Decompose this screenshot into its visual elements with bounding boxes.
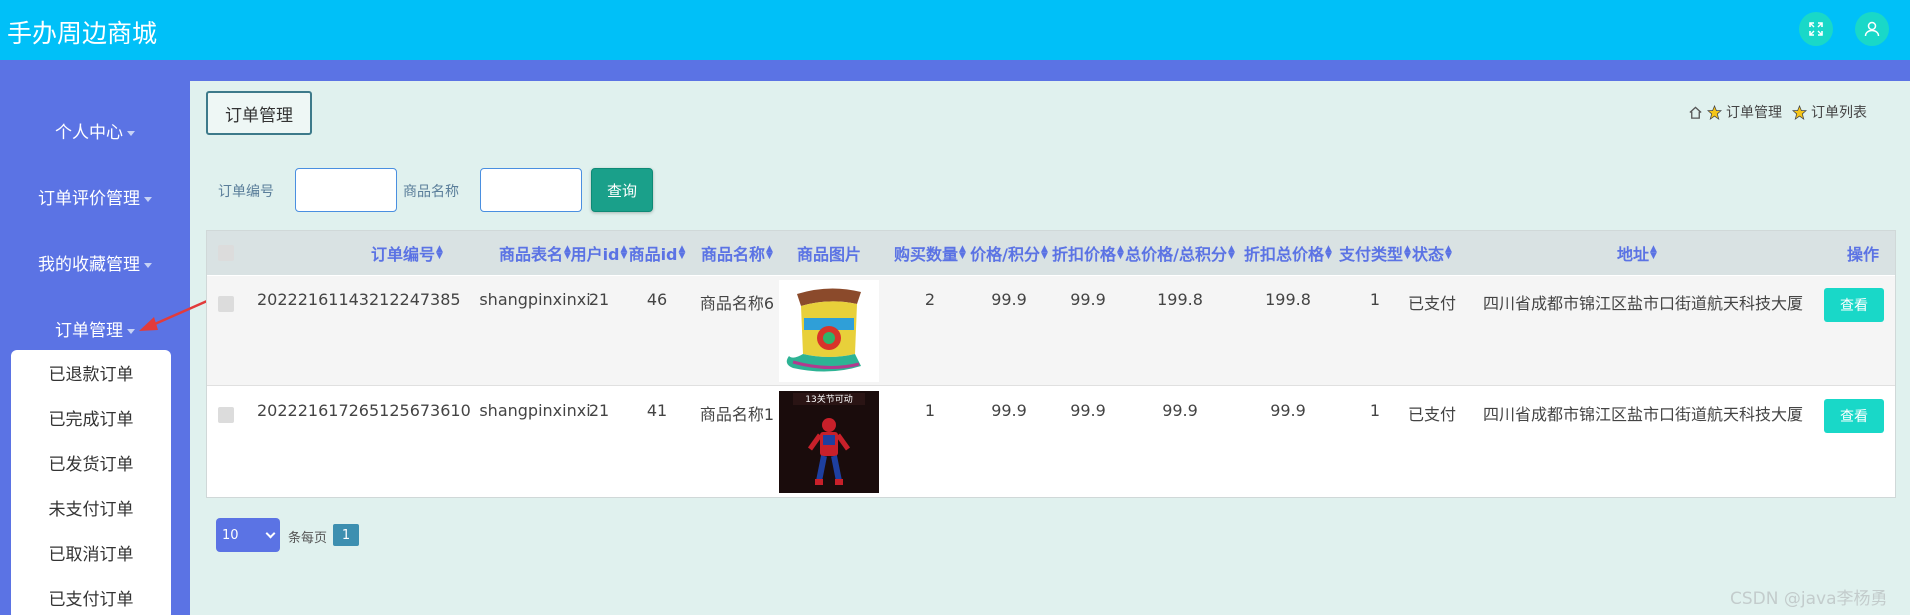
submenu-item-unpaid[interactable]: 未支付订单 <box>11 495 171 520</box>
sort-icon: ▲ ▼ <box>436 244 443 261</box>
spiderman-figure-image[interactable]: 13关节可动 <box>779 391 879 493</box>
caret-down-icon <box>127 130 135 136</box>
total-cell: 99.9 <box>1162 401 1198 420</box>
product-name-input[interactable] <box>480 168 582 212</box>
image-caption: 13关节可动 <box>805 393 852 405</box>
home-icon[interactable] <box>1688 105 1703 120</box>
sort-icon: ▲ ▼ <box>1445 244 1452 261</box>
sidebar-item-order-management[interactable]: 订单管理 <box>0 316 190 341</box>
sort-icon: ▲ ▼ <box>1227 244 1235 261</box>
row-checkbox[interactable] <box>218 296 234 312</box>
pay-type-cell: 1 <box>1369 290 1381 309</box>
user-button[interactable] <box>1855 12 1889 46</box>
caret-down-icon <box>127 328 135 334</box>
quantity-cell: 1 <box>924 401 936 420</box>
order-no-label: 订单编号 <box>218 184 274 200</box>
product-id-cell: 41 <box>646 401 668 420</box>
submenu-item-cancelled[interactable]: 已取消订单 <box>11 540 171 565</box>
user-icon <box>1864 21 1880 37</box>
per-page-label: 条每页 <box>288 531 328 546</box>
caret-down-icon <box>144 196 152 202</box>
sidebar-item-label: 订单评价管理 <box>38 189 140 209</box>
submenu-item-paid[interactable]: 已支付订单 <box>11 585 171 610</box>
address-cell: 四川省成都市锦江区盐市口街道航天科技大厦 <box>1482 405 1803 424</box>
column-header[interactable]: 价格/积分 ▲ ▼ <box>964 231 1054 275</box>
caret-down-icon <box>144 262 152 268</box>
breadcrumb: 订单管理 订单列表 <box>1688 102 1873 122</box>
discount-total-cell: 199.8 <box>1265 290 1311 309</box>
sidebar-item-label: 个人中心 <box>55 123 123 143</box>
order-no-cell: 202221617265125673610 <box>257 401 471 420</box>
sort-icon: ▲ ▼ <box>678 244 686 261</box>
order-submenu: 已退款订单 已完成订单 已发货订单 未支付订单 已取消订单 已支付订单 <box>11 350 171 615</box>
fullscreen-button[interactable] <box>1799 12 1833 46</box>
view-button[interactable]: 查看 <box>1824 399 1884 433</box>
price-cell: 99.9 <box>991 290 1027 309</box>
status-cell: 已支付 <box>1407 294 1456 313</box>
fullscreen-icon <box>1809 22 1823 36</box>
column-header[interactable]: 状态 ▲ ▼ <box>1407 231 1457 275</box>
sidebar-item-review-management[interactable]: 订单评价管理 <box>0 184 190 209</box>
column-header[interactable]: 支付类型 ▲ ▼ <box>1331 231 1419 275</box>
column-header[interactable]: 折扣总价格 ▲ ▼ <box>1237 231 1339 275</box>
sort-icon: ▲ ▼ <box>1650 244 1657 261</box>
star-icon <box>1707 104 1722 120</box>
discount-total-cell: 99.9 <box>1270 401 1306 420</box>
sidebar-item-personal-center[interactable]: 个人中心 <box>0 118 190 143</box>
hat-image[interactable] <box>779 280 879 382</box>
breadcrumb-item: 订单列表 <box>1811 105 1867 121</box>
order-no-cell: 20222161143212247385 <box>257 290 461 309</box>
sort-icon: ▲ ▼ <box>766 244 773 261</box>
column-header[interactable]: 商品名称 ▲ ▼ <box>687 231 787 275</box>
quantity-cell: 2 <box>924 290 936 309</box>
table-header: 订单编号 ▲ ▼ 商品表名 ▲ ▼ 用户id ▲ ▼ 商品id ▲ ▼ 商品名称 ▲ ▼ 商品图片 … <box>207 231 1895 275</box>
discount-price-cell: 99.9 <box>1070 290 1106 309</box>
query-button[interactable]: 查询 <box>591 168 653 212</box>
orders-table: 订单编号 ▲ ▼ 商品表名 ▲ ▼ 用户id ▲ ▼ 商品id ▲ ▼ 商品名称 ▲ ▼ 商品图片 … <box>206 230 1896 498</box>
product-name-label: 商品名称 <box>403 184 459 200</box>
address-cell: 四川省成都市锦江区盐市口街道航天科技大厦 <box>1482 294 1803 313</box>
page-size-select[interactable]: 10 <box>216 518 280 552</box>
table-row: 202221617265125673610 shangpinxinxi 21 4… <box>207 387 1895 497</box>
sidebar-item-label: 订单管理 <box>55 321 123 341</box>
product-name-cell: 商品名称1 <box>699 405 775 424</box>
pay-type-cell: 1 <box>1369 401 1381 420</box>
submenu-item-completed[interactable]: 已完成订单 <box>11 405 171 430</box>
column-header: 商品图片 <box>796 245 861 264</box>
product-name-cell: 商品名称6 <box>699 294 775 313</box>
sidebar-item-favorites-management[interactable]: 我的收藏管理 <box>0 250 190 275</box>
column-header[interactable]: 地址 ▲ ▼ <box>1587 231 1687 275</box>
price-cell: 99.9 <box>991 401 1027 420</box>
total-cell: 199.8 <box>1157 290 1203 309</box>
table-row: 20222161143212247385 shangpinxinxi 21 46… <box>207 276 1895 386</box>
page-number-button[interactable]: 1 <box>333 524 359 546</box>
column-header[interactable]: 商品id ▲ ▼ <box>621 231 693 275</box>
view-button[interactable]: 查看 <box>1824 288 1884 322</box>
row-checkbox[interactable] <box>218 407 234 423</box>
page-title: 订单管理 <box>206 91 312 135</box>
chevron-down-icon <box>265 528 276 539</box>
sidebar-item-label: 我的收藏管理 <box>38 255 140 275</box>
order-no-input[interactable] <box>295 168 397 212</box>
discount-price-cell: 99.9 <box>1070 401 1106 420</box>
breadcrumb-item[interactable]: 订单管理 <box>1726 102 1782 122</box>
submenu-item-refunded[interactable]: 已退款订单 <box>11 360 171 385</box>
column-header: 操作 <box>1846 245 1879 264</box>
column-header[interactable]: 购买数量 ▲ ▼ <box>885 231 975 275</box>
column-header[interactable]: 折扣价格 ▲ ▼ <box>1045 231 1131 275</box>
watermark: CSDN @java李杨勇 <box>1730 589 1888 609</box>
top-header: 手办周边商城 <box>0 0 1910 60</box>
product-id-cell: 46 <box>646 290 668 309</box>
column-header[interactable]: 总价格/总积分 ▲ ▼ <box>1121 231 1239 275</box>
status-cell: 已支付 <box>1407 405 1456 424</box>
submenu-item-shipped[interactable]: 已发货订单 <box>11 450 171 475</box>
star-icon <box>1792 104 1807 120</box>
app-title: 手办周边商城 <box>7 19 158 48</box>
select-all-checkbox[interactable] <box>218 245 234 261</box>
header-strip <box>0 60 1910 81</box>
